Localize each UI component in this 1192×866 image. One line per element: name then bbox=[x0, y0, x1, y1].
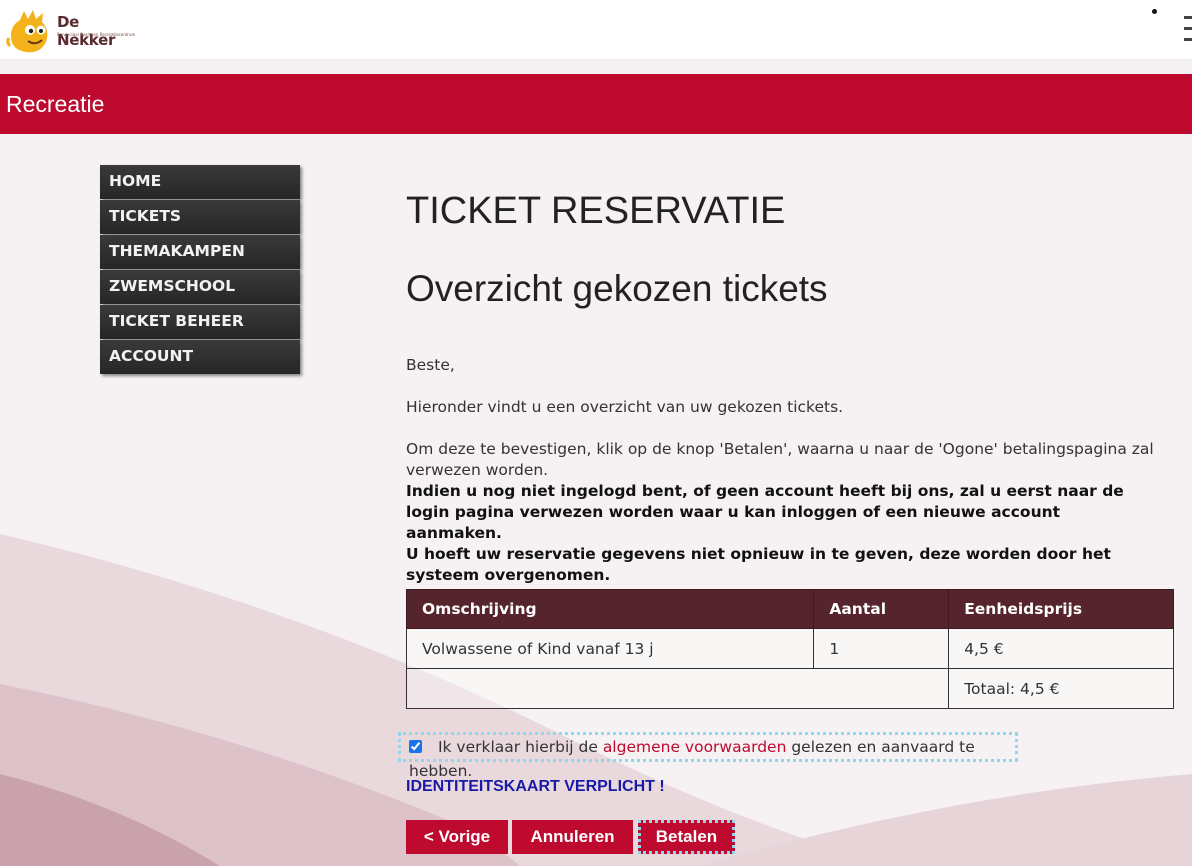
cell-empty bbox=[405, 668, 950, 709]
column-header-aantal: Aantal bbox=[813, 589, 950, 629]
logo[interactable]: De Nekker Provinciaal Sport- en Recreati… bbox=[6, 8, 136, 56]
cell-total: Totaal: 4,5 € bbox=[948, 668, 1174, 709]
nav-item-themakampen[interactable]: THEMAKAMPEN bbox=[100, 235, 300, 269]
table-total-row: Totaal: 4,5 € bbox=[405, 668, 1174, 709]
nav-item-zwemschool[interactable]: ZWEMSCHOOL bbox=[100, 270, 300, 304]
pay-button[interactable]: Betalen bbox=[638, 820, 735, 854]
main-content: TICKET RESERVATIE Overzicht gekozen tick… bbox=[406, 190, 1176, 584]
sidebar-nav: HOME TICKETS THEMAKAMPEN ZWEMSCHOOL TICK… bbox=[100, 165, 300, 375]
nav-item-ticket-beheer[interactable]: TICKET BEHEER bbox=[100, 305, 300, 339]
intro-text: Hieronder vindt u een overzicht van uw g… bbox=[406, 398, 844, 416]
cell-unit-price: 4,5 € bbox=[948, 628, 1174, 669]
instructions-block: Om deze te bevestigen, klik op de knop '… bbox=[406, 439, 1156, 586]
table-row: Volwassene of Kind vanaf 13 j 1 4,5 € bbox=[405, 628, 1174, 669]
confirm-text: Om deze te bevestigen, klik op de knop '… bbox=[406, 440, 1154, 479]
nav-item-account[interactable]: ACCOUNT bbox=[100, 340, 300, 374]
section-title: Recreatie bbox=[6, 91, 105, 117]
data-note: U hoeft uw reservatie gegevens niet opni… bbox=[406, 545, 1111, 584]
cancel-button[interactable]: Annuleren bbox=[512, 820, 633, 854]
cell-description: Volwassene of Kind vanaf 13 j bbox=[405, 628, 815, 669]
terms-prefix: Ik verklaar hierbij de bbox=[437, 738, 598, 756]
column-header-eenheidsprijs: Eenheidsprijs bbox=[948, 589, 1174, 629]
table-header-row: Omschrijving Aantal Eenheidsprijs bbox=[405, 589, 1174, 629]
greeting-text: Beste, bbox=[406, 356, 455, 374]
page-subtitle: Overzicht gekozen tickets bbox=[406, 268, 828, 309]
previous-button[interactable]: < Vorige bbox=[406, 820, 508, 854]
logo-subtitle: Provinciaal Sport- en Recreatiecentrum bbox=[57, 32, 136, 37]
dot-icon bbox=[1152, 9, 1157, 14]
login-note: Indien u nog niet ingelogd bent, of geen… bbox=[406, 482, 1124, 542]
cell-quantity: 1 bbox=[813, 628, 950, 669]
terms-agreement: Ik verklaar hierbij de algemene voorwaar… bbox=[398, 732, 1018, 780]
hamburger-menu-icon[interactable] bbox=[1178, 14, 1192, 44]
tickets-table: Omschrijving Aantal Eenheidsprijs Volwas… bbox=[405, 589, 1174, 709]
section-banner: Recreatie bbox=[0, 74, 1192, 134]
page-title: TICKET RESERVATIE bbox=[406, 190, 786, 232]
id-required-note: IDENTITEITSKAART VERPLICHT ! bbox=[406, 778, 665, 795]
mascot-logo-icon bbox=[6, 10, 48, 53]
logo-title: De Nekker bbox=[57, 13, 116, 49]
nav-item-home[interactable]: HOME bbox=[100, 165, 300, 199]
terms-link[interactable]: algemene voorwaarden bbox=[603, 738, 787, 756]
top-bar: De Nekker Provinciaal Sport- en Recreati… bbox=[0, 0, 1192, 60]
terms-checkbox[interactable] bbox=[409, 740, 422, 753]
nav-item-tickets[interactable]: TICKETS bbox=[100, 200, 300, 234]
column-header-omschrijving: Omschrijving bbox=[405, 589, 815, 629]
